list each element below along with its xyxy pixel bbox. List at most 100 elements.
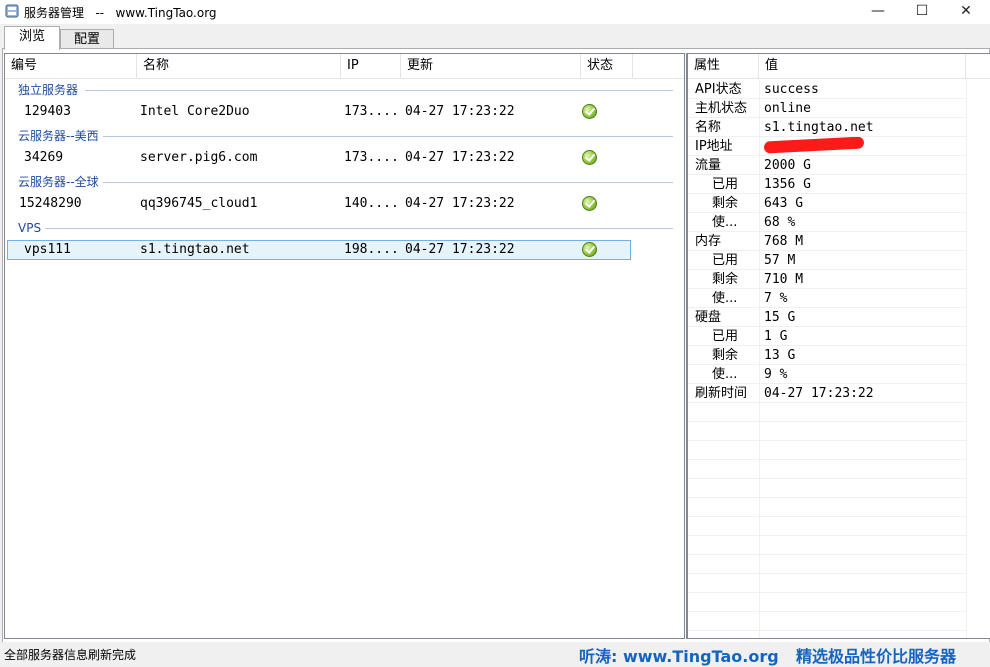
column-header-value[interactable]: 值 xyxy=(759,54,966,78)
tab-browse[interactable]: 浏览 xyxy=(4,26,60,50)
property-value: 710 M xyxy=(764,272,804,287)
table-row[interactable]: 34269 server.pig6.com 173.... 04-27 17:2… xyxy=(7,149,631,167)
row-name: server.pig6.com xyxy=(140,150,258,165)
minimize-button[interactable]: — xyxy=(856,0,900,24)
property-name: 剩余 xyxy=(712,272,739,287)
table-row[interactable]: 15248290 qq396745_cloud1 140.... 04-27 1… xyxy=(7,195,631,213)
property-name: 使... xyxy=(712,291,738,306)
maximize-button[interactable]: ☐ xyxy=(900,0,944,24)
promo-site-link[interactable]: 听涛: www.TingTao.org xyxy=(579,643,779,667)
property-row[interactable]: 主机状态 online xyxy=(688,99,990,118)
row-name: s1.tingtao.net xyxy=(140,242,250,257)
property-value: success xyxy=(764,82,819,97)
property-row[interactable]: 硬盘 15 G xyxy=(688,308,990,327)
property-value: s1.tingtao.net xyxy=(764,120,874,135)
grid-line xyxy=(688,421,966,422)
property-value: 13 G xyxy=(764,348,796,363)
close-button[interactable]: ✕ xyxy=(944,0,988,24)
row-id: vps111 xyxy=(24,242,71,257)
grid-line xyxy=(688,459,966,460)
grid-line xyxy=(688,269,966,270)
property-row[interactable]: 剩余 13 G xyxy=(688,346,990,365)
column-header-name[interactable]: 名称 xyxy=(137,54,341,78)
property-name: 已用 xyxy=(712,329,739,344)
grid-line xyxy=(688,516,966,517)
property-name: IP地址 xyxy=(695,139,733,154)
grid-line xyxy=(688,478,966,479)
group-header-dedicated[interactable]: 独立服务器 xyxy=(18,82,78,98)
property-row[interactable]: 已用 1 G xyxy=(688,327,990,346)
property-name: 刷新时间 xyxy=(695,386,748,401)
group-divider xyxy=(103,182,673,183)
group-divider xyxy=(85,90,673,91)
promo-slogan: 精选极品性价比服务器 xyxy=(796,647,957,666)
row-id: 15248290 xyxy=(19,196,82,211)
grid-line xyxy=(688,288,966,289)
grid-line xyxy=(688,402,966,403)
property-list[interactable]: 属性 值 API状态 success 主机状态 online 名称 s1.tingta… xyxy=(686,53,990,650)
property-row[interactable]: 使... 9 % xyxy=(688,365,990,384)
property-row[interactable]: API状态 success xyxy=(688,80,990,99)
row-updated: 04-27 17:23:22 xyxy=(405,196,515,211)
group-divider xyxy=(103,136,673,137)
property-row[interactable]: 内存 768 M xyxy=(688,232,990,251)
grid-line xyxy=(688,98,966,99)
property-row[interactable]: 流量 2000 G xyxy=(688,156,990,175)
property-row[interactable]: 剩余 710 M xyxy=(688,270,990,289)
property-row[interactable]: 剩余 643 G xyxy=(688,194,990,213)
property-name: 已用 xyxy=(712,253,739,268)
group-header-cloud-uswest[interactable]: 云服务器--美西 xyxy=(18,128,99,144)
property-name: 名称 xyxy=(695,120,722,135)
grid-line xyxy=(688,573,966,574)
column-header-updated[interactable]: 更新 xyxy=(401,54,581,78)
property-name: 使... xyxy=(712,215,738,230)
property-row[interactable]: 刷新时间 04-27 17:23:22 xyxy=(688,384,990,403)
property-value: 643 G xyxy=(764,196,804,211)
column-header-property[interactable]: 属性 xyxy=(688,54,759,78)
row-updated: 04-27 17:23:22 xyxy=(405,104,515,119)
property-name: 剩余 xyxy=(712,196,739,211)
property-name: 剩余 xyxy=(712,348,739,363)
property-value: 1 G xyxy=(764,329,788,344)
grid-line xyxy=(688,174,966,175)
grid-line xyxy=(688,440,966,441)
grid-line xyxy=(688,231,966,232)
group-header-cloud-global[interactable]: 云服务器--全球 xyxy=(18,174,99,190)
row-id: 34269 xyxy=(24,150,64,165)
server-list[interactable]: 编号 名称 IP 更新 状态 独立服务器 129403 Intel Core2D… xyxy=(4,53,685,639)
property-row[interactable]: 使... 68 % xyxy=(688,213,990,232)
grid-line xyxy=(688,554,966,555)
property-row[interactable]: 名称 s1.tingtao.net xyxy=(688,118,990,137)
column-header-status[interactable]: 状态 xyxy=(581,54,633,78)
property-value: 57 M xyxy=(764,253,796,268)
group-header-vps[interactable]: VPS xyxy=(18,220,41,236)
property-value: 9 % xyxy=(764,367,788,382)
property-name: 已用 xyxy=(712,177,739,192)
group-divider xyxy=(45,228,673,229)
grid-line xyxy=(688,630,966,631)
property-name: 内存 xyxy=(695,234,722,249)
grid-line xyxy=(688,307,966,308)
server-list-header: 编号 名称 IP 更新 状态 xyxy=(5,54,684,79)
property-row[interactable]: 使... 7 % xyxy=(688,289,990,308)
tab-config[interactable]: 配置 xyxy=(60,29,114,50)
property-row[interactable]: 已用 57 M xyxy=(688,251,990,270)
row-updated: 04-27 17:23:22 xyxy=(405,150,515,165)
row-ip: 140.... xyxy=(344,196,399,211)
property-row[interactable]: IP地址 xyxy=(688,136,990,156)
row-name: Intel Core2Duo xyxy=(140,104,250,119)
table-row-selected[interactable]: vps111 s1.tingtao.net 198.... 04-27 17:2… xyxy=(7,240,631,260)
table-row[interactable]: 129403 Intel Core2Duo 173.... 04-27 17:2… xyxy=(7,103,631,121)
property-row[interactable]: 已用 1356 G xyxy=(688,175,990,194)
property-value: 7 % xyxy=(764,291,788,306)
server-app-icon xyxy=(5,4,19,18)
property-value: 68 % xyxy=(764,215,796,230)
status-ok-icon xyxy=(582,150,597,165)
column-header-id[interactable]: 编号 xyxy=(5,54,137,78)
title-bar: 服务器管理 -- www.TingTao.org — ☐ ✕ xyxy=(0,0,990,24)
grid-line xyxy=(688,117,966,118)
grid-line xyxy=(688,155,966,156)
property-value: online xyxy=(764,101,811,116)
row-ip: 198.... xyxy=(344,242,399,257)
column-header-ip[interactable]: IP xyxy=(341,54,401,78)
